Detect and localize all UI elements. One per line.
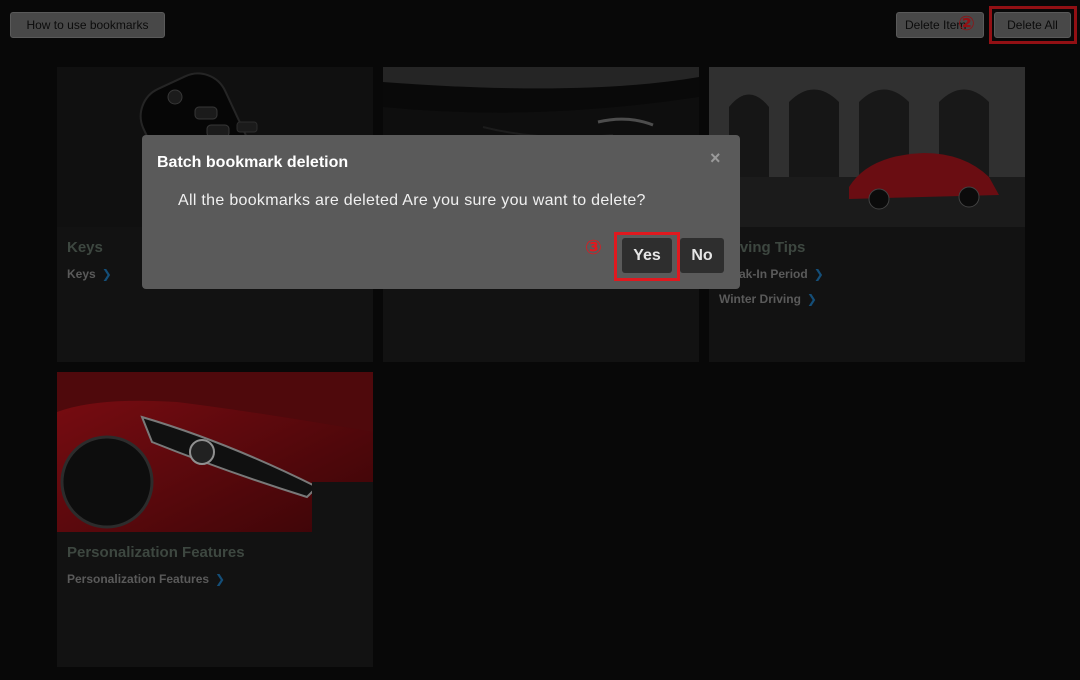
step-3-marker: ③ xyxy=(585,235,602,259)
close-icon[interactable]: × xyxy=(710,148,721,169)
no-button[interactable]: No xyxy=(680,238,724,273)
dialog-message: All the bookmarks are deleted Are you su… xyxy=(178,192,646,209)
modal-overlay xyxy=(0,0,1080,680)
yes-highlight xyxy=(614,232,680,281)
dialog-title: Batch bookmark deletion xyxy=(157,154,349,171)
